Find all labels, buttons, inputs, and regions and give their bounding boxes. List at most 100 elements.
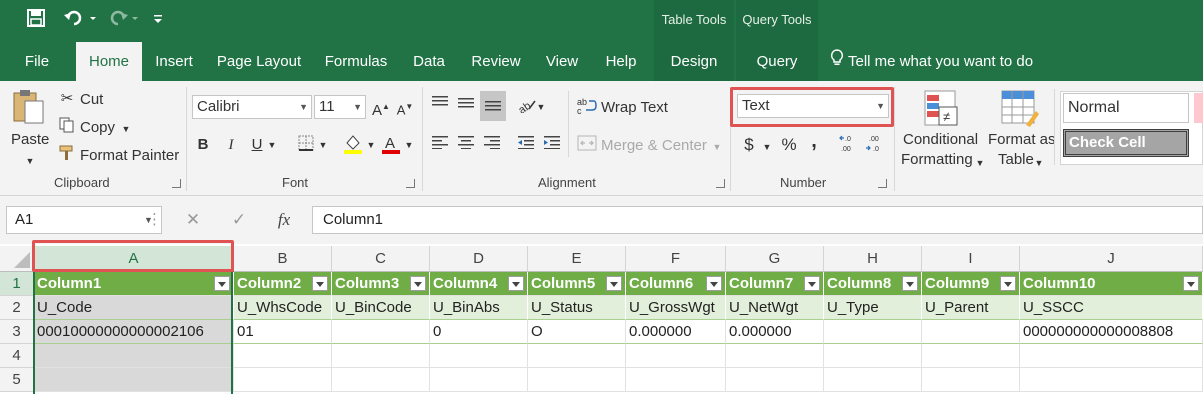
column-header-e[interactable]: E xyxy=(528,246,626,272)
copy-dropdown-icon[interactable]: ▼ xyxy=(121,119,131,139)
cell-h5[interactable] xyxy=(824,368,922,392)
cell-i5[interactable] xyxy=(922,368,1020,392)
tab-file[interactable]: File xyxy=(12,42,62,81)
filter-dropdown-icon[interactable] xyxy=(214,276,230,291)
wrap-text-label[interactable]: Wrap Text xyxy=(601,99,668,116)
save-icon[interactable] xyxy=(24,8,48,34)
table-header-cell[interactable]: Column4 xyxy=(430,272,528,296)
font-color-dropdown-icon[interactable]: ▼ xyxy=(404,135,414,155)
table-header-cell[interactable]: Column1 xyxy=(34,272,234,296)
clipboard-launcher-icon[interactable] xyxy=(172,179,181,188)
cut-label[interactable]: Cut xyxy=(80,91,103,108)
comma-style-icon[interactable]: , xyxy=(806,131,822,151)
cell-b2[interactable]: U_WhsCode xyxy=(234,296,332,320)
cell-c4[interactable] xyxy=(332,344,430,368)
cell-f2[interactable]: U_GrossWgt xyxy=(626,296,726,320)
table-header-cell[interactable]: Column8 xyxy=(824,272,922,296)
orientation-dropdown-icon[interactable]: ▼ xyxy=(536,97,546,117)
cell-c3[interactable] xyxy=(332,320,430,344)
column-header-d[interactable]: D xyxy=(430,246,528,272)
cell-f4[interactable] xyxy=(626,344,726,368)
alignment-launcher-icon[interactable] xyxy=(716,179,725,188)
increase-indent-icon[interactable] xyxy=(542,135,562,155)
align-middle-icon[interactable] xyxy=(456,95,476,115)
wrap-text-icon[interactable]: ab c xyxy=(576,97,598,121)
tell-me-box[interactable]: Tell me what you want to do xyxy=(830,42,1033,81)
column-header-b[interactable]: B xyxy=(234,246,332,272)
tab-help[interactable]: Help xyxy=(594,42,648,81)
filter-dropdown-icon[interactable] xyxy=(1000,276,1016,291)
merge-center-icon[interactable] xyxy=(576,135,598,157)
cell-j4[interactable] xyxy=(1020,344,1203,368)
bold-icon[interactable]: B xyxy=(194,135,212,155)
borders-dropdown-icon[interactable]: ▼ xyxy=(318,135,328,155)
cell-i3[interactable] xyxy=(922,320,1020,344)
style-check-cell[interactable]: Check Cell xyxy=(1063,129,1189,157)
customize-qat-icon[interactable] xyxy=(150,8,166,34)
cell-b3[interactable]: 01 xyxy=(234,320,332,344)
filter-dropdown-icon[interactable] xyxy=(706,276,722,291)
fill-color-dropdown-icon[interactable]: ▼ xyxy=(366,135,376,155)
enter-icon[interactable]: ✓ xyxy=(228,210,250,230)
merge-center-label[interactable]: Merge & Center xyxy=(601,137,707,154)
align-top-icon[interactable] xyxy=(430,95,450,115)
align-center-icon[interactable] xyxy=(456,135,476,155)
filter-dropdown-icon[interactable] xyxy=(606,276,622,291)
row-header-2[interactable]: 2 xyxy=(0,296,34,320)
format-painter-label[interactable]: Format Painter xyxy=(80,147,179,164)
tab-query[interactable]: Query xyxy=(736,42,818,81)
font-color-icon[interactable]: A xyxy=(380,133,402,161)
conditional-formatting-dropdown-icon[interactable]: ▼ xyxy=(975,153,985,173)
format-as-table-dropdown-icon[interactable]: ▼ xyxy=(1034,153,1044,173)
cell-a5[interactable] xyxy=(34,368,234,392)
cell-j2[interactable]: U_SSCC xyxy=(1020,296,1203,320)
name-box[interactable]: A1 xyxy=(6,206,162,234)
table-header-cell[interactable]: Column5 xyxy=(528,272,626,296)
table-header-cell[interactable]: Column7 xyxy=(726,272,824,296)
cell-i2[interactable]: U_Parent xyxy=(922,296,1020,320)
tab-data[interactable]: Data xyxy=(404,42,454,81)
tab-review[interactable]: Review xyxy=(462,42,530,81)
select-all-corner[interactable] xyxy=(0,246,34,272)
align-bottom-icon[interactable] xyxy=(480,91,506,121)
filter-dropdown-icon[interactable] xyxy=(902,276,918,291)
column-header-f[interactable]: F xyxy=(626,246,726,272)
copy-icon[interactable] xyxy=(57,117,77,139)
style-normal[interactable]: Normal xyxy=(1063,93,1189,123)
merge-dropdown-icon[interactable]: ▼ xyxy=(712,137,722,157)
row-header-4[interactable]: 4 xyxy=(0,344,34,368)
table-header-cell[interactable]: Column2 xyxy=(234,272,332,296)
cell-a4[interactable] xyxy=(34,344,234,368)
cell-b5[interactable] xyxy=(234,368,332,392)
increase-font-icon[interactable]: A▲ xyxy=(372,97,390,121)
cell-i4[interactable] xyxy=(922,344,1020,368)
row-header-5[interactable]: 5 xyxy=(0,368,34,392)
conditional-formatting-label-1[interactable]: Conditional xyxy=(903,131,978,148)
table-header-cell[interactable]: Column9 xyxy=(922,272,1020,296)
cell-j3[interactable]: 000000000000008808 xyxy=(1020,320,1203,344)
cell-e3[interactable]: O xyxy=(528,320,626,344)
cell-e4[interactable] xyxy=(528,344,626,368)
cell-d2[interactable]: U_BinAbs xyxy=(430,296,528,320)
underline-icon[interactable]: U xyxy=(248,135,266,155)
cell-e2[interactable]: U_Status xyxy=(528,296,626,320)
cell-g2[interactable]: U_NetWgt xyxy=(726,296,824,320)
copy-label[interactable]: Copy xyxy=(80,119,115,136)
currency-dropdown-icon[interactable]: ▼ xyxy=(762,137,772,157)
cell-h4[interactable] xyxy=(824,344,922,368)
filter-dropdown-icon[interactable] xyxy=(804,276,820,291)
cancel-icon[interactable]: ✕ xyxy=(182,210,204,230)
cell-d4[interactable] xyxy=(430,344,528,368)
percent-icon[interactable]: % xyxy=(778,135,800,155)
paste-label[interactable]: Paste xyxy=(11,131,49,148)
format-painter-icon[interactable] xyxy=(57,145,77,167)
decrease-font-icon[interactable]: A▼ xyxy=(396,97,414,120)
filter-dropdown-icon[interactable] xyxy=(508,276,524,291)
cell-f3[interactable]: 0.000000 xyxy=(626,320,726,344)
decrease-indent-icon[interactable] xyxy=(516,135,536,155)
conditional-formatting-icon[interactable]: ≠ xyxy=(922,89,962,129)
column-header-i[interactable]: I xyxy=(922,246,1020,272)
decrease-decimal-icon[interactable]: .00.0 xyxy=(864,133,888,161)
cell-e5[interactable] xyxy=(528,368,626,392)
cell-a2[interactable]: U_Code xyxy=(34,296,234,320)
